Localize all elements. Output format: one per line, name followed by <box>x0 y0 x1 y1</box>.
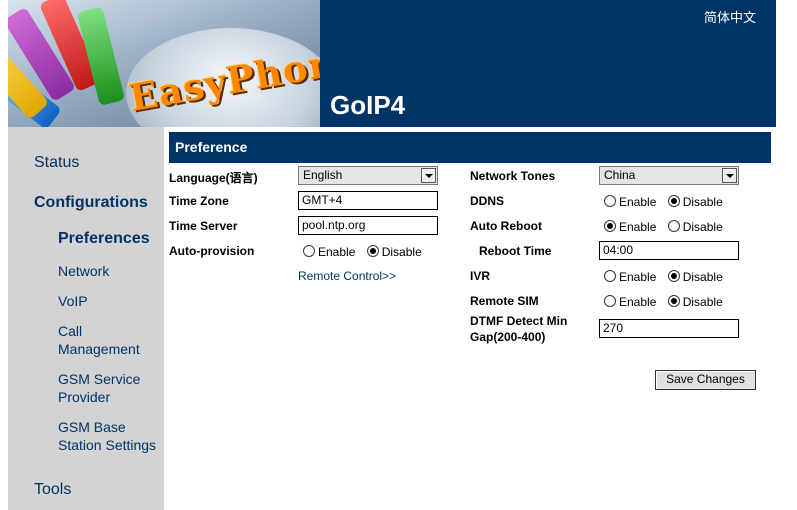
timezone-label: Time Zone <box>169 194 229 208</box>
ivr-radio-group: Enable Disable <box>604 270 731 284</box>
language-select[interactable]: English <box>298 166 438 185</box>
autoprov-label: Auto-provision <box>169 244 255 258</box>
dtmf-label-line2: Gap(200-400) <box>470 330 546 344</box>
sidebar-item-gsm-service-provider[interactable]: GSM Service Provider <box>58 370 154 406</box>
sidebar-item-call-management[interactable]: Call Management <box>58 322 154 358</box>
auto-reboot-enable-radio[interactable] <box>604 220 616 232</box>
autoprov-radio-group: Enable Disable <box>303 245 430 259</box>
auto-reboot-label: Auto Reboot <box>470 219 542 233</box>
remote-sim-disable-radio[interactable] <box>667 295 680 307</box>
header-banner: EasyPhone 简体中文 GoIP4 <box>8 0 776 127</box>
ddns-label: DDNS <box>470 194 505 208</box>
timeserver-input[interactable]: pool.ntp.org <box>298 216 438 235</box>
sidebar-item-voip[interactable]: VoIP <box>58 292 88 310</box>
auto-reboot-radio-group: Enable Disable <box>604 220 731 234</box>
network-tones-select-value: China <box>604 168 636 182</box>
ddns-radio-group: Enable Disable <box>604 195 731 209</box>
sidebar-item-network[interactable]: Network <box>58 262 109 280</box>
remote-sim-enable-radio[interactable] <box>604 295 616 307</box>
language-switch-link[interactable]: 简体中文 <box>704 7 756 26</box>
sidebar-item-status[interactable]: Status <box>34 154 79 172</box>
remote-sim-radio-group: Enable Disable <box>604 295 731 309</box>
timeserver-label: Time Server <box>169 219 238 233</box>
dtmf-gap-input[interactable]: 270 <box>599 319 739 338</box>
sidebar-item-gsm-base-station[interactable]: GSM Base Station Settings <box>58 418 162 454</box>
reboot-time-input[interactable]: 04:00 <box>599 241 739 260</box>
sidebar-item-configurations[interactable]: Configurations <box>34 194 148 212</box>
language-select-value: English <box>303 168 343 182</box>
dtmf-label-line1: DTMF Detect Min <box>470 314 568 328</box>
language-label: Language(语言) <box>169 171 258 185</box>
autoprov-disable-radio[interactable] <box>366 245 379 257</box>
network-tones-label: Network Tones <box>470 169 556 183</box>
timezone-input[interactable]: GMT+4 <box>298 191 438 210</box>
easyphone-logo: EasyPhone <box>8 0 320 127</box>
ddns-disable-radio[interactable] <box>667 195 680 207</box>
reboot-time-label: Reboot Time <box>479 244 552 258</box>
ivr-label: IVR <box>470 269 491 283</box>
section-title-bar: Preference <box>169 132 771 163</box>
save-changes-button[interactable]: Save Changes <box>655 370 756 390</box>
remote-control-link[interactable]: Remote Control>> <box>298 269 396 283</box>
sidebar-item-preferences[interactable]: Preferences <box>58 230 150 248</box>
sidebar-item-tools[interactable]: Tools <box>34 481 71 499</box>
auto-reboot-disable-radio[interactable] <box>667 220 680 232</box>
chevron-down-icon <box>722 168 737 183</box>
network-tones-select[interactable]: China <box>599 166 739 185</box>
remote-sim-label: Remote SIM <box>470 294 539 308</box>
ivr-disable-radio[interactable] <box>667 270 680 282</box>
sidebar-nav: Status Configurations Preferences Networ… <box>8 127 164 510</box>
ivr-enable-radio[interactable] <box>604 270 616 282</box>
autoprov-enable-radio[interactable] <box>303 245 315 257</box>
ddns-enable-radio[interactable] <box>604 195 616 207</box>
chevron-down-icon <box>421 168 436 183</box>
device-model-title: GoIP4 <box>330 90 406 120</box>
